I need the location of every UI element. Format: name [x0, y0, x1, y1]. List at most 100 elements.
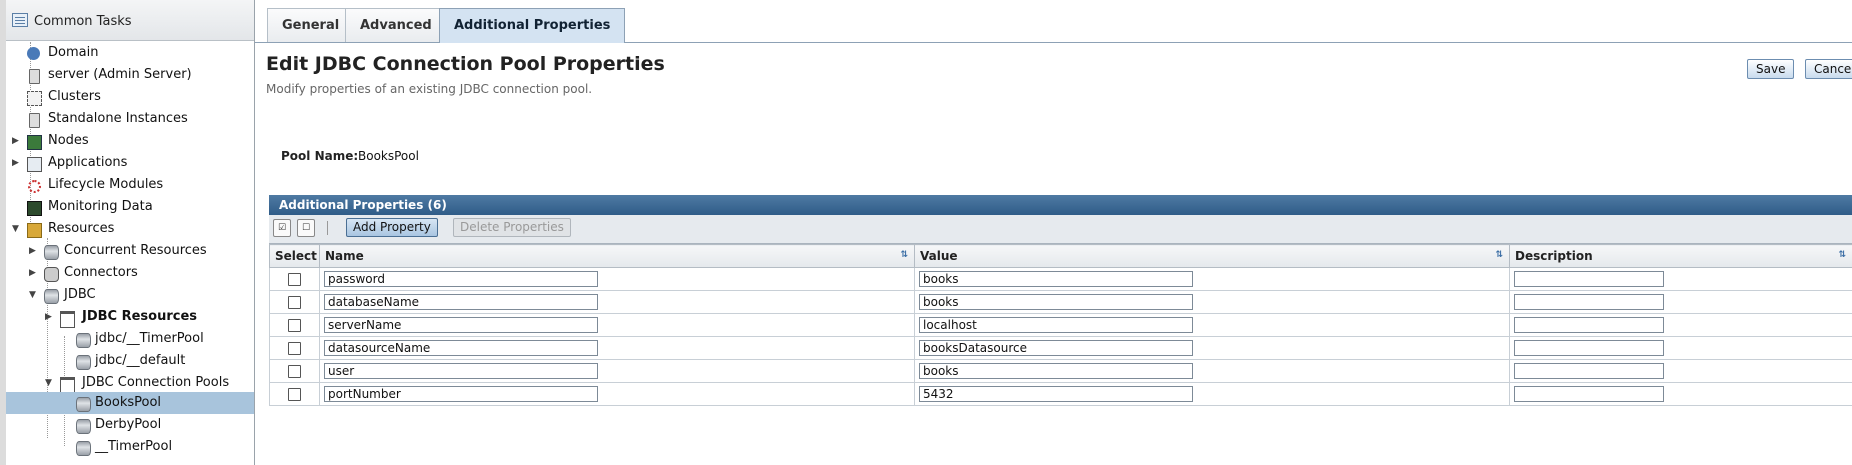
database-icon	[44, 289, 59, 304]
property-description-input[interactable]	[1514, 317, 1664, 333]
row-select-checkbox[interactable]	[288, 342, 301, 355]
description-cell	[1509, 267, 1852, 291]
column-header-name[interactable]: Name ⇅	[319, 244, 915, 268]
sidebar-item-resources[interactable]: ▼ Resources	[0, 219, 254, 239]
tab-advanced[interactable]: Advanced	[345, 8, 447, 42]
row-select-checkbox[interactable]	[288, 388, 301, 401]
property-name-input[interactable]	[324, 317, 598, 333]
value-cell	[914, 336, 1510, 360]
sidebar-item-clusters[interactable]: Clusters	[0, 87, 254, 107]
select-cell	[269, 336, 320, 360]
sort-icon[interactable]: ⇅	[1495, 250, 1503, 260]
sidebar-item-connectors[interactable]: ▶ Connectors	[0, 263, 254, 283]
value-cell	[914, 359, 1510, 383]
property-value-input[interactable]	[919, 386, 1193, 402]
select-all-icon[interactable]: ☑	[273, 219, 291, 237]
sidebar-item-monitoring-data[interactable]: Monitoring Data	[0, 197, 254, 217]
sort-icon[interactable]: ⇅	[900, 250, 908, 260]
deselect-all-icon[interactable]: ☐	[297, 219, 315, 237]
sidebar-item-bookspool[interactable]: BooksPool	[6, 392, 254, 414]
name-cell	[319, 290, 915, 314]
property-name-input[interactable]	[324, 271, 598, 287]
applications-icon	[27, 157, 42, 172]
table-row	[269, 336, 1852, 360]
row-select-checkbox[interactable]	[288, 296, 301, 309]
select-cell	[269, 313, 320, 337]
sidebar-item-concurrent-resources[interactable]: ▶ Concurrent Resources	[0, 241, 254, 261]
sidebar-item-derbypool[interactable]: DerbyPool	[0, 415, 254, 435]
property-value-input[interactable]	[919, 317, 1193, 333]
sidebar-item-server[interactable]: server (Admin Server)	[0, 65, 254, 85]
expand-icon[interactable]: ▶	[12, 131, 22, 151]
property-value-input[interactable]	[919, 271, 1193, 287]
common-tasks-label: Common Tasks	[34, 14, 132, 29]
database-icon	[76, 333, 91, 348]
expand-icon[interactable]: ▶	[29, 241, 39, 261]
cancel-button[interactable]: Cancel	[1805, 59, 1852, 79]
content-pane: General Advanced Additional Properties E…	[255, 0, 1852, 465]
column-header-select: Select	[269, 244, 320, 268]
description-cell	[1509, 359, 1852, 383]
value-cell	[914, 382, 1510, 406]
select-cell	[269, 359, 320, 383]
database-icon	[76, 419, 91, 434]
column-header-value[interactable]: Value ⇅	[914, 244, 1510, 268]
sidebar-item-domain[interactable]: Domain	[0, 43, 254, 63]
description-cell	[1509, 336, 1852, 360]
sidebar-item-jdbc[interactable]: ▼ JDBC	[0, 285, 254, 305]
sidebar-item-jdbc-timerpool[interactable]: jdbc/__TimerPool	[0, 329, 254, 349]
table-title: Additional Properties (6)	[279, 198, 447, 212]
expand-icon[interactable]: ▶	[29, 263, 39, 283]
table-row	[269, 267, 1852, 291]
row-select-checkbox[interactable]	[288, 273, 301, 286]
page-help-text: Modify properties of an existing JDBC co…	[266, 82, 593, 96]
collapse-icon[interactable]: ▼	[29, 285, 39, 305]
table-row	[269, 359, 1852, 383]
sidebar-item-jdbc-default[interactable]: jdbc/__default	[0, 351, 254, 371]
row-select-checkbox[interactable]	[288, 365, 301, 378]
expand-icon[interactable]: ▶	[12, 153, 22, 173]
sidebar-item-jdbc-connection-pools[interactable]: ▼ JDBC Connection Pools	[0, 373, 254, 394]
expand-icon[interactable]: ▶	[45, 307, 55, 327]
properties-table: Select Name ⇅ Value ⇅ Description ⇅	[269, 244, 1852, 406]
database-icon	[76, 355, 91, 370]
sidebar-item-timerpool[interactable]: __TimerPool	[0, 437, 254, 457]
collapse-icon[interactable]: ▼	[45, 373, 55, 393]
sidebar-item-nodes[interactable]: ▶ Nodes	[0, 131, 254, 151]
common-tasks-header[interactable]: Common Tasks	[6, 0, 254, 41]
property-value-input[interactable]	[919, 340, 1193, 356]
sidebar-item-applications[interactable]: ▶ Applications	[0, 153, 254, 173]
delete-properties-button[interactable]: Delete Properties	[453, 218, 571, 237]
save-button[interactable]: Save	[1747, 59, 1795, 79]
sort-icon[interactable]: ⇅	[1838, 250, 1846, 260]
tab-bar: General Advanced Additional Properties	[255, 0, 1852, 43]
row-select-checkbox[interactable]	[288, 319, 301, 332]
tab-additional-properties[interactable]: Additional Properties	[439, 8, 626, 43]
pool-name-label: Pool Name:	[281, 149, 359, 163]
property-name-input[interactable]	[324, 386, 598, 402]
property-description-input[interactable]	[1514, 340, 1664, 356]
property-name-input[interactable]	[324, 340, 598, 356]
property-value-input[interactable]	[919, 363, 1193, 379]
server-icon	[29, 69, 40, 84]
collapse-icon[interactable]: ▼	[12, 219, 22, 239]
property-description-input[interactable]	[1514, 386, 1664, 402]
property-name-input[interactable]	[324, 294, 598, 310]
sidebar-item-lifecycle-modules[interactable]: Lifecycle Modules	[0, 175, 254, 195]
property-description-input[interactable]	[1514, 363, 1664, 379]
property-description-input[interactable]	[1514, 294, 1664, 310]
sidebar-item-standalone-instances[interactable]: Standalone Instances	[0, 109, 254, 129]
add-property-button[interactable]: Add Property	[346, 218, 438, 237]
property-value-input[interactable]	[919, 294, 1193, 310]
value-cell	[914, 267, 1510, 291]
server-icon	[29, 113, 40, 128]
column-header-description[interactable]: Description ⇅	[1509, 244, 1852, 268]
nodes-icon	[27, 135, 42, 150]
lifecycle-icon	[28, 180, 41, 193]
sidebar-item-jdbc-resources[interactable]: ▶ JDBC Resources	[0, 307, 254, 328]
property-description-input[interactable]	[1514, 271, 1664, 287]
database-icon	[76, 441, 91, 456]
property-name-input[interactable]	[324, 363, 598, 379]
table-title-bar: Additional Properties (6)	[269, 195, 1852, 215]
tab-general[interactable]: General	[267, 8, 355, 42]
